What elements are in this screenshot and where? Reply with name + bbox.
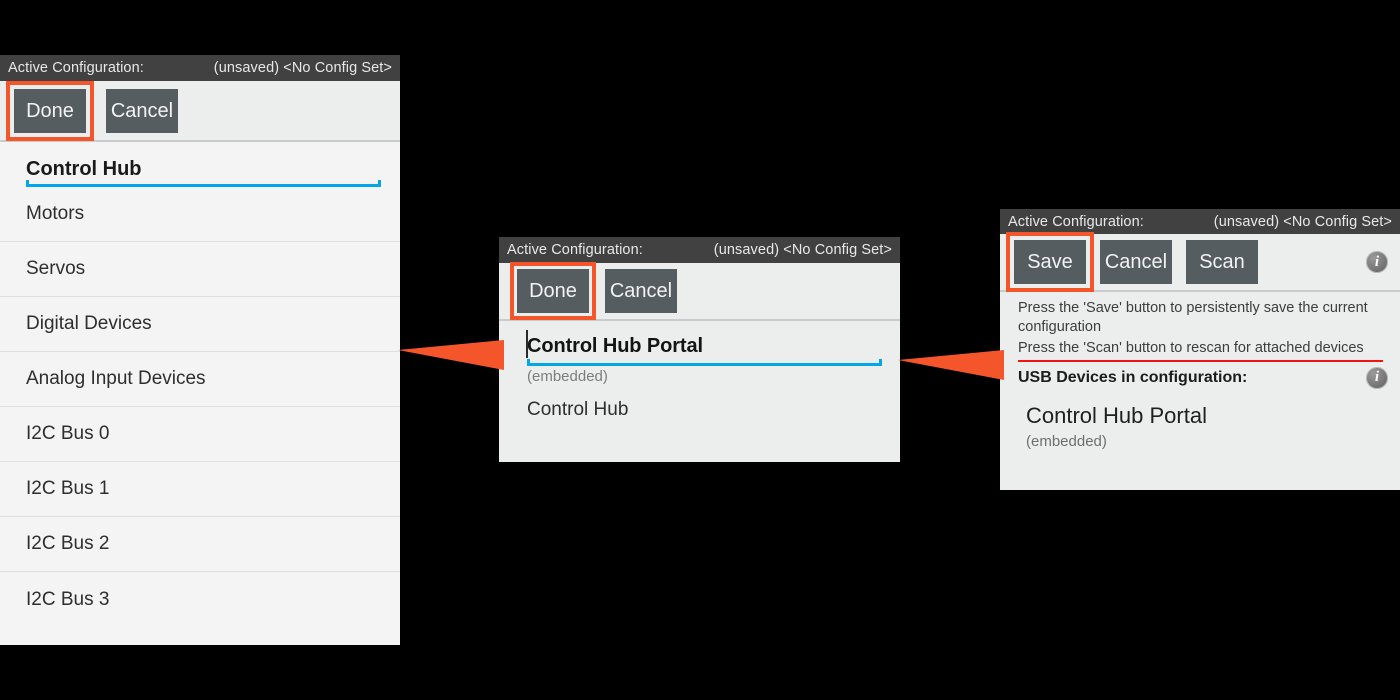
text-cursor-icon: [526, 330, 528, 358]
usb-devices-panel: Active Configuration: (unsaved) <No Conf…: [1000, 209, 1400, 490]
list-item-label: Motors: [26, 203, 85, 224]
usb-device-subtitle: (embedded): [1026, 432, 1107, 450]
usb-section-label: USB Devices in configuration:: [1018, 368, 1248, 386]
left-titlebar: Active Configuration: (unsaved) <No Conf…: [0, 55, 400, 81]
right-button-row: Save Cancel Scan i: [1000, 232, 1400, 292]
list-item-label: I2C Bus 0: [26, 423, 110, 444]
selected-device-name: Control Hub: [26, 158, 142, 180]
arrow-middle-to-right: [898, 350, 1004, 380]
info-icon[interactable]: i: [1366, 366, 1388, 389]
buttons-info-icon-slot: i: [1366, 251, 1388, 273]
active-configuration-value: (unsaved) <No Config Set>: [1213, 213, 1392, 230]
scan-button-wrap: Scan: [1186, 240, 1258, 284]
selected-device-header: Control Hub: [0, 142, 400, 187]
active-configuration-value: (unsaved) <No Config Set>: [213, 60, 392, 76]
active-configuration-label: Active Configuration:: [8, 60, 144, 76]
list-item-label: I2C Bus 2: [26, 533, 110, 554]
usb-device-entry[interactable]: Control Hub Portal (embedded): [1000, 389, 1400, 450]
cancel-button-wrap: Cancel: [106, 88, 178, 133]
save-button[interactable]: Save: [1014, 240, 1086, 284]
right-titlebar: Active Configuration: (unsaved) <No Conf…: [1000, 209, 1400, 234]
done-button-highlight: Done: [6, 80, 94, 141]
cancel-button[interactable]: Cancel: [1100, 240, 1172, 284]
active-configuration-label: Active Configuration:: [507, 242, 643, 258]
hint-block: Press the 'Save' button to persistently …: [1000, 292, 1400, 358]
cancel-button-wrap: Cancel: [1100, 240, 1172, 284]
list-item-label: I2C Bus 1: [26, 478, 110, 499]
left-button-row: Done Cancel: [0, 80, 400, 142]
list-item-i2c-bus-3[interactable]: I2C Bus 3: [0, 572, 400, 627]
list-item-analog-input-devices[interactable]: Analog Input Devices: [0, 352, 400, 407]
scan-hint-text: Press the 'Scan' button to rescan for at…: [1018, 340, 1364, 357]
cancel-button-wrap: Cancel: [605, 269, 677, 313]
save-hint-text: Press the 'Save' button to persistently …: [1018, 300, 1368, 335]
save-button-highlight: Save: [1006, 232, 1094, 292]
portal-name-field[interactable]: Control Hub Portal: [527, 335, 703, 357]
cancel-button[interactable]: Cancel: [106, 88, 178, 133]
middle-button-row: Done Cancel: [499, 262, 900, 321]
configuration-list-panel: Active Configuration: (unsaved) <No Conf…: [0, 55, 400, 645]
scan-button[interactable]: Scan: [1186, 240, 1258, 284]
list-item-i2c-bus-0[interactable]: I2C Bus 0: [0, 407, 400, 462]
selection-underline: [26, 180, 381, 187]
done-button-highlight: Done: [510, 262, 596, 320]
arrow-left-to-middle: [398, 340, 504, 370]
list-item-digital-devices[interactable]: Digital Devices: [0, 297, 400, 352]
active-configuration-label: Active Configuration:: [1008, 213, 1144, 230]
cancel-button[interactable]: Cancel: [605, 269, 677, 313]
active-configuration-value: (unsaved) <No Config Set>: [713, 242, 892, 258]
done-button[interactable]: Done: [14, 88, 86, 133]
portal-subtitle: (embedded): [527, 368, 608, 385]
child-device-item[interactable]: Control Hub: [527, 399, 900, 421]
list-item-label: Digital Devices: [26, 313, 152, 334]
list-item-label: I2C Bus 3: [26, 588, 110, 610]
list-item-servos[interactable]: Servos: [0, 242, 400, 297]
list-item-label: Analog Input Devices: [26, 368, 206, 389]
field-underline: [527, 359, 882, 366]
usb-device-name: Control Hub Portal: [1026, 402, 1207, 428]
middle-titlebar: Active Configuration: (unsaved) <No Conf…: [499, 237, 900, 263]
list-item-i2c-bus-2[interactable]: I2C Bus 2: [0, 517, 400, 572]
list-item-motors[interactable]: Motors: [0, 187, 400, 242]
done-button[interactable]: Done: [517, 269, 589, 313]
list-item-label: Servos: [26, 258, 86, 279]
list-item-i2c-bus-1[interactable]: I2C Bus 1: [0, 462, 400, 517]
control-hub-portal-panel: Active Configuration: (unsaved) <No Conf…: [499, 237, 900, 462]
usb-section-header: USB Devices in configuration: i: [1000, 362, 1400, 389]
info-icon[interactable]: i: [1366, 251, 1388, 273]
portal-name-section: Control Hub Portal (embedded) Control Hu…: [499, 321, 900, 421]
